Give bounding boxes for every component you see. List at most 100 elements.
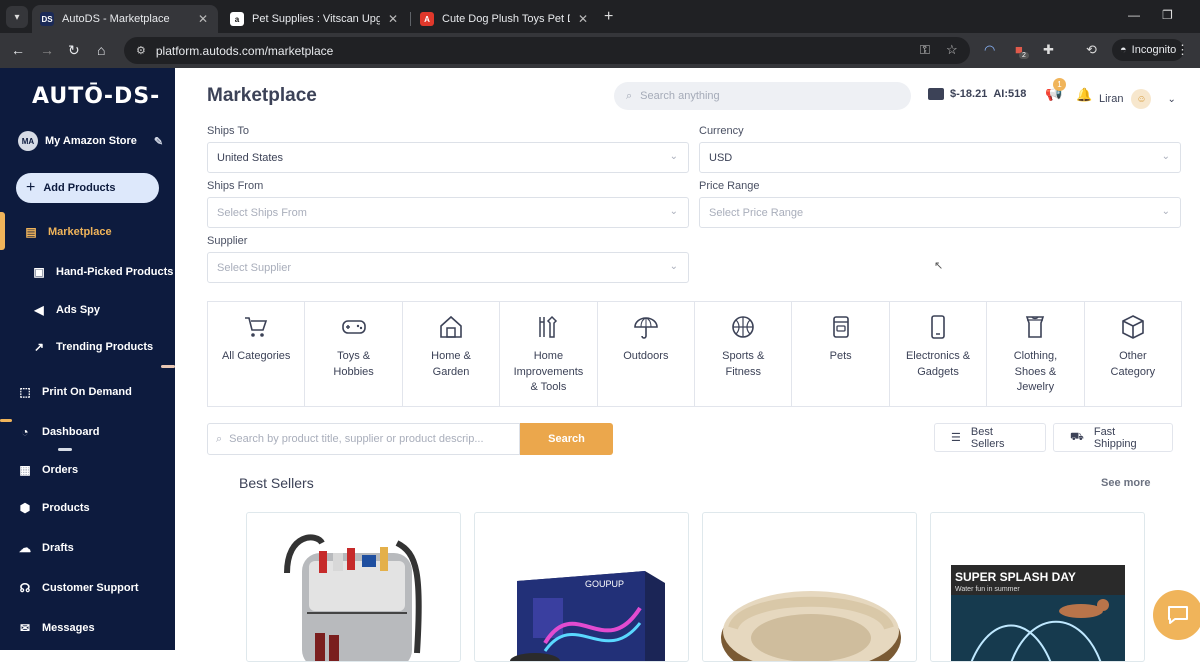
category-label: Toys & Hobbies — [333, 350, 374, 378]
currency-select[interactable]: USD ⌄ — [699, 142, 1181, 173]
category-toys-hobbies[interactable]: Toys & Hobbies — [305, 302, 403, 406]
category-outdoors[interactable]: Outdoors — [598, 302, 696, 406]
category-electronics[interactable]: Electronics & Gadgets — [890, 302, 988, 406]
tools-icon — [539, 315, 558, 338]
tab-close-icon[interactable]: ✕ — [198, 12, 208, 26]
back-icon[interactable]: ← — [11, 42, 25, 58]
supplier-placeholder: Select Supplier — [217, 261, 291, 274]
ships-from-label: Ships From — [207, 180, 264, 192]
product-image-cooler-backpack — [284, 534, 422, 661]
store-selector[interactable]: MA My Amazon Store ✎ — [18, 131, 163, 151]
browser-menu-icon[interactable]: ⋮ — [1176, 42, 1189, 58]
category-home-improvements[interactable]: Home Improvements & Tools — [500, 302, 598, 406]
category-clothing[interactable]: Clothing, Shoes & Jewelry — [987, 302, 1085, 406]
password-key-icon[interactable]: ⚿ — [920, 42, 930, 58]
accent-dash — [0, 419, 12, 422]
reload-icon[interactable]: ↻ — [68, 42, 80, 58]
tab-close-icon[interactable]: ✕ — [578, 12, 588, 26]
category-sports-fitness[interactable]: Sports & Fitness — [695, 302, 793, 406]
extension-badge: 2 — [1019, 52, 1029, 59]
sync-icon[interactable]: ⟲ — [1086, 42, 1097, 58]
minimize-icon[interactable]: — — [1128, 8, 1140, 22]
extensions-puzzle-icon[interactable]: ✚ — [1043, 42, 1054, 58]
search-button[interactable]: Search — [520, 423, 613, 455]
product-card[interactable]: GOUPUP — [474, 512, 689, 662]
best-sellers-title: Best Sellers — [239, 475, 314, 491]
ai-credits-value: AI:518 — [993, 88, 1027, 100]
sidebar-item-orders[interactable]: ▦ Orders — [17, 463, 78, 477]
product-image-led-strip-box: GOUPUP — [510, 571, 665, 661]
category-label: Pets — [829, 350, 852, 362]
tab-autods-marketplace[interactable]: DS AutoDS - Marketplace ✕ — [32, 5, 218, 33]
best-sellers-chip[interactable]: ☰ Best Sellers — [934, 423, 1046, 452]
category-pets[interactable]: Pets — [792, 302, 890, 406]
supplier-label: Supplier — [207, 235, 248, 247]
category-home-garden[interactable]: Home & Garden — [403, 302, 501, 406]
add-products-button[interactable]: + Add Products — [16, 173, 159, 203]
wallet-balance[interactable]: $-18.21 AI:518 — [928, 88, 1026, 100]
browser-tab-bar: ▾ DS AutoDS - Marketplace ✕ a Pet Suppli… — [0, 0, 1200, 33]
store-name: My Amazon Store — [45, 135, 137, 147]
new-tab-icon[interactable]: + — [604, 8, 613, 26]
home-icon[interactable]: ⌂ — [97, 42, 105, 58]
sidebar-item-marketplace[interactable]: ▤ Marketplace — [23, 225, 112, 239]
tab-title: AutoDS - Marketplace — [62, 13, 170, 25]
ships-from-select[interactable]: Select Ships From ⌄ — [207, 197, 689, 228]
sidebar-item-products[interactable]: ⬢ Products — [17, 501, 90, 515]
bell-icon[interactable]: 🔔 — [1076, 87, 1092, 103]
bookmark-star-icon[interactable]: ☆ — [946, 42, 958, 58]
extension-arc-icon[interactable]: ◠ — [984, 42, 995, 58]
product-banner-subtitle: Water fun in summer — [955, 586, 1020, 593]
ships-to-select[interactable]: United States ⌄ — [207, 142, 689, 173]
product-card[interactable]: SUPER SPLASH DAY Water fun in summer — [930, 512, 1145, 662]
category-other[interactable]: Other Category — [1085, 302, 1181, 406]
sidebar-item-drafts[interactable]: ☁ Drafts — [17, 541, 74, 555]
mail-icon: ✉ — [19, 621, 31, 635]
product-search-input[interactable]: ⌕ Search by product title, supplier or p… — [207, 423, 520, 455]
autods-favicon-icon: DS — [40, 12, 54, 26]
product-card[interactable] — [702, 512, 917, 662]
print-on-demand-icon: ⬚ — [19, 385, 31, 399]
forward-icon[interactable]: → — [40, 42, 54, 58]
fast-shipping-chip[interactable]: ⛟ Fast Shipping — [1053, 423, 1173, 452]
phone-icon — [931, 315, 945, 339]
global-search-input[interactable]: ⌕ Search anything — [614, 82, 911, 110]
sidebar-item-label: Marketplace — [48, 226, 112, 238]
tab-pet-supplies[interactable]: a Pet Supplies : Vitscan Upgraded ✕ — [222, 5, 408, 33]
site-info-icon[interactable]: ⚙ — [136, 44, 146, 57]
restore-icon[interactable]: ❐ — [1162, 8, 1173, 22]
see-more-link[interactable]: See more — [1101, 477, 1151, 489]
autods-logo[interactable]: AUTŌ-DS- — [32, 84, 160, 109]
sidebar-item-hand-picked[interactable]: ▣ Hand-Picked Products — [31, 265, 173, 279]
product-image-splash-pad: SUPER SPLASH DAY Water fun in summer — [951, 565, 1125, 661]
supplier-select[interactable]: Select Supplier ⌄ — [207, 252, 689, 283]
scroll-dash — [161, 365, 175, 368]
product-card[interactable] — [246, 512, 461, 662]
sidebar-item-dashboard[interactable]: ◔ Dashboard — [17, 425, 99, 439]
sidebar-item-messages[interactable]: ✉ Messages — [17, 621, 95, 635]
incognito-label: Incognito — [1131, 44, 1177, 56]
sidebar-item-print-on-demand[interactable]: ⬚ Print On Demand — [17, 385, 132, 399]
sidebar-item-trending[interactable]: ↗ Trending Products — [31, 340, 153, 354]
category-all[interactable]: All Categories — [208, 302, 306, 406]
sidebar-item-label: Messages — [42, 622, 95, 634]
sidebar-item-customer-support[interactable]: ☊ Customer Support — [17, 581, 139, 595]
tab-cute-dog-plush[interactable]: A Cute Dog Plush Toys Pet Duck S ✕ — [412, 5, 598, 33]
sidebar-item-ads-spy[interactable]: ◀ Ads Spy — [31, 303, 100, 317]
edit-pencil-icon[interactable]: ✎ — [154, 135, 163, 148]
chat-support-button[interactable] — [1153, 590, 1200, 640]
tab-search-chevron-icon[interactable]: ▾ — [6, 6, 28, 28]
omnibox[interactable]: ⚙ platform.autods.com/marketplace ⚿ ☆ — [124, 37, 970, 64]
product-image-pet-bed — [721, 591, 901, 661]
fast-shipping-chip-label: Fast Shipping — [1093, 425, 1137, 450]
tab-title: Pet Supplies : Vitscan Upgraded — [252, 13, 380, 25]
sidebar-item-label: Orders — [42, 464, 79, 476]
trend-chart-icon: ↗ — [33, 340, 45, 354]
category-label: Sports & Fitness — [722, 350, 765, 378]
tab-close-icon[interactable]: ✕ — [388, 12, 398, 26]
amazon-favicon-icon: a — [230, 12, 244, 26]
address-bar-row: ← → ↻ ⌂ ⚙ platform.autods.com/marketplac… — [0, 33, 1200, 68]
price-range-select[interactable]: Select Price Range ⌄ — [699, 197, 1181, 228]
user-menu[interactable]: Liran ☺ ⌄ — [1099, 89, 1176, 109]
incognito-button[interactable]: ◓ Incognito — [1112, 39, 1185, 61]
